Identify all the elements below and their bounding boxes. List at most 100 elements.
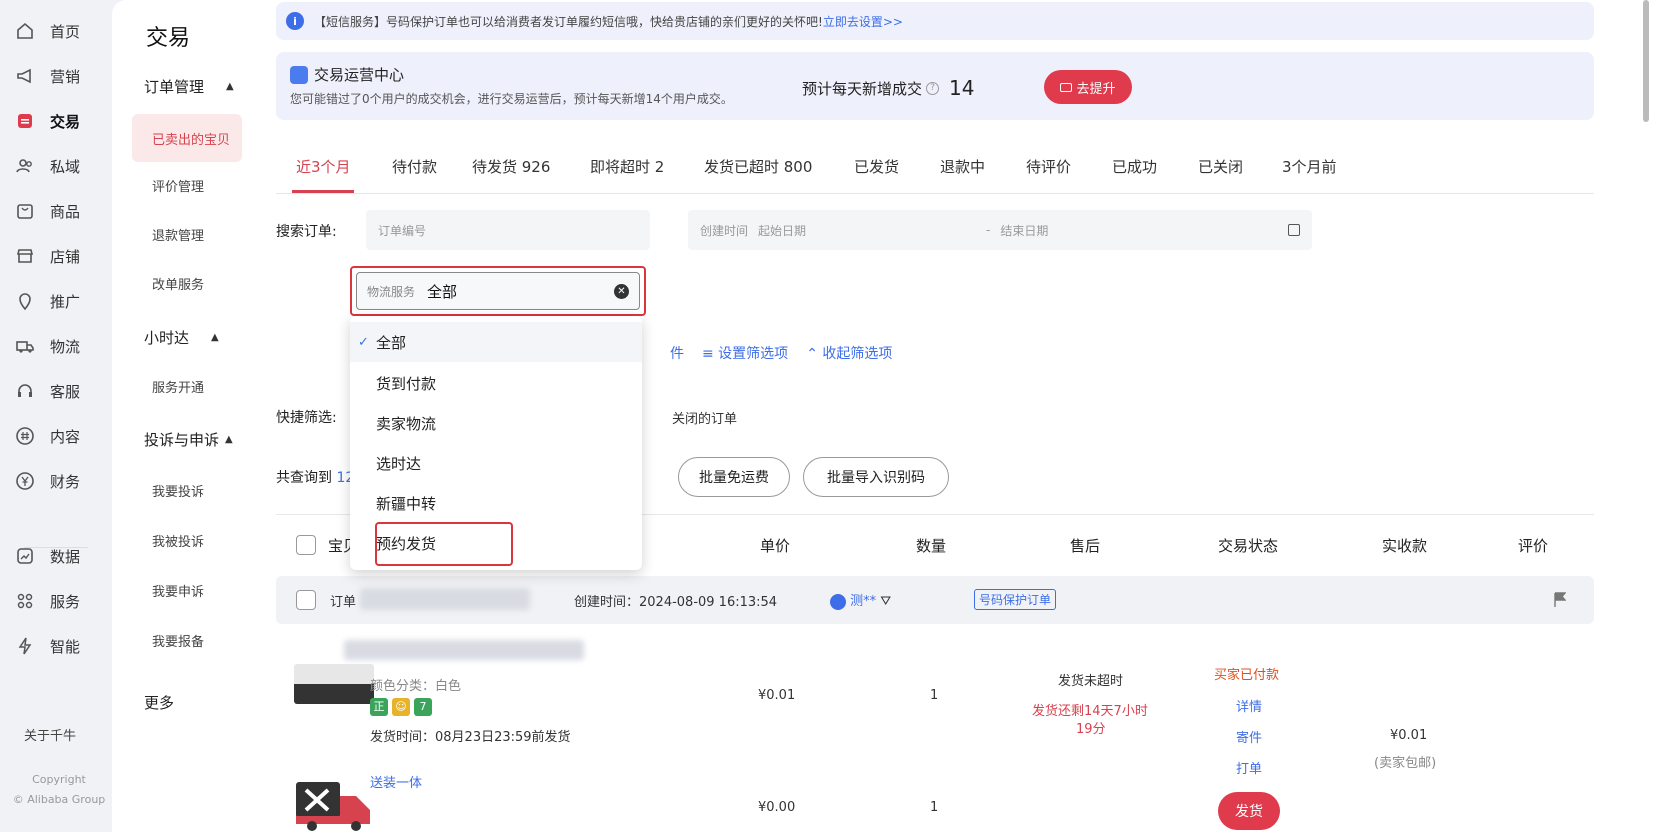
tab-pending-review[interactable]: 待评价: [1026, 156, 1071, 177]
menu-item-refund[interactable]: 退款管理: [152, 225, 204, 244]
tab-pending-payment[interactable]: 待付款: [392, 156, 437, 177]
date-range-input[interactable]: 创建时间 起始日期 - 结束日期: [688, 210, 1312, 250]
col-paid: 实收款: [1382, 537, 1428, 555]
dropdown-option-timed[interactable]: 选时达: [350, 443, 642, 483]
nav-item-shop[interactable]: 店铺: [14, 241, 80, 271]
home-icon: [14, 20, 36, 42]
logistics-select-highlight: 物流服务 全部 ✕: [350, 266, 646, 316]
truck-icon: [14, 335, 36, 357]
end-date-placeholder[interactable]: 结束日期: [1000, 222, 1048, 239]
dropdown-option-xinjiang[interactable]: 新疆中转: [350, 483, 642, 523]
tab-closed[interactable]: 已关闭: [1198, 156, 1243, 177]
quick-filter-label: 快捷筛选:: [276, 410, 337, 426]
chart-icon: [14, 545, 36, 567]
shop-icon: [14, 245, 36, 267]
trade-icon: [14, 110, 36, 132]
tab-shipped[interactable]: 已发货: [854, 156, 899, 177]
item-thumbnail[interactable]: [294, 664, 374, 704]
order-number-input[interactable]: 订单编号: [366, 210, 650, 250]
menu-item-report[interactable]: 我要报备: [152, 631, 204, 650]
menu-group-label: 投诉与申诉: [144, 431, 220, 449]
order-checkbox[interactable]: [296, 590, 316, 610]
set-filter-link[interactable]: ≡ 设置筛选项: [702, 343, 788, 363]
nav-item-promotion[interactable]: 推广: [14, 286, 80, 316]
nav-item-service[interactable]: 客服: [14, 376, 80, 406]
tv-icon: [1060, 82, 1073, 92]
nav-item-label: 服务: [50, 592, 81, 611]
nav-item-goods[interactable]: 商品: [14, 196, 80, 226]
print-link[interactable]: 打单: [1236, 758, 1262, 777]
clear-icon[interactable]: ✕: [614, 284, 629, 299]
menu-title: 交易: [146, 26, 191, 51]
item2-name[interactable]: 送装一体: [370, 772, 422, 791]
col-aftersale: 售后: [1070, 537, 1101, 555]
tab-about-to-timeout[interactable]: 即将超时 2: [590, 156, 664, 177]
menu-item-appeal[interactable]: 我要申诉: [152, 581, 204, 600]
menu-item-activate[interactable]: 服务开通: [152, 377, 204, 396]
chevron-up-icon: ▲: [225, 434, 233, 445]
start-date-placeholder[interactable]: 起始日期: [758, 222, 806, 239]
menu-group-hourly[interactable]: 小时达 ▲: [144, 327, 244, 348]
dropdown-option-all[interactable]: ✓ 全部: [350, 322, 642, 362]
scroll-thumb[interactable]: [1643, 0, 1649, 122]
sms-notice: i 【短信服务】号码保护订单也可以给消费者发订单履约短信哦，快给贵店铺的亲们更好…: [276, 2, 1594, 40]
col-status: 交易状态: [1218, 537, 1279, 555]
filter-icon[interactable]: ⛛: [880, 594, 891, 609]
scrollbar[interactable]: [1637, 0, 1655, 832]
batch-free-shipping-button[interactable]: 批量免运费: [678, 457, 790, 497]
active-tab-indicator: [292, 190, 354, 193]
buyer-info[interactable]: 测** ⛛: [830, 590, 891, 610]
tab-pending-shipment[interactable]: 待发货 926: [472, 156, 550, 177]
tab-shipment-overdue[interactable]: 发货已超时 800: [704, 156, 812, 177]
improve-button[interactable]: 去提升: [1044, 70, 1132, 104]
install-truck-icon[interactable]: [294, 776, 374, 832]
check-icon: ✓: [358, 334, 369, 350]
batch-import-code-button[interactable]: 批量导入识别码: [803, 457, 949, 497]
select-all-checkbox[interactable]: [296, 535, 316, 555]
menu-item-review[interactable]: 评价管理: [152, 176, 204, 195]
menu-item-sold[interactable]: 已卖出的宝贝: [132, 114, 242, 162]
dropdown-option-cod[interactable]: 货到付款: [350, 363, 642, 403]
menu-item-modify[interactable]: 改单服务: [152, 274, 204, 293]
tab-recent-3-months[interactable]: 近3个月: [296, 156, 351, 177]
ship-button[interactable]: 发货: [1218, 792, 1280, 830]
send-link[interactable]: 寄件: [1236, 727, 1262, 746]
calendar-icon[interactable]: [1288, 224, 1300, 236]
collapse-filter-link[interactable]: ⌃ 收起筛选项: [806, 343, 892, 363]
menu-more[interactable]: 更多: [144, 692, 244, 713]
filter-link-partial[interactable]: 件: [670, 343, 684, 363]
quick-filter-closed[interactable]: 关闭的订单: [672, 408, 737, 427]
nav-item-trade[interactable]: 交易: [14, 106, 80, 136]
nav-item-logistics[interactable]: 物流: [14, 331, 80, 361]
nav-item-label: 物流: [50, 337, 81, 356]
filter-links: 件 ≡ 设置筛选项 ⌃ 收起筛选项: [670, 343, 892, 363]
nav-item-content[interactable]: 内容: [14, 421, 80, 451]
nav-item-marketing[interactable]: 营销: [14, 61, 80, 91]
aftersale-countdown: 发货还剩14天7小时: [1032, 704, 1148, 719]
flag-icon[interactable]: [1554, 592, 1566, 608]
nav-item-data[interactable]: 数据: [14, 541, 80, 571]
headset-icon: [14, 380, 36, 402]
tab-success[interactable]: 已成功: [1112, 156, 1157, 177]
ops-subtitle: 您可能错过了0个用户的成交机会，进行交易运营后，预计每天新增14个用户成交。: [290, 92, 733, 106]
question-icon[interactable]: ?: [926, 81, 940, 95]
order-tabs: 近3个月 待付款 待发货 926 即将超时 2 发货已超时 800 已发货 退款…: [276, 146, 1594, 194]
detail-link[interactable]: 详情: [1236, 696, 1262, 715]
tab-older[interactable]: 3个月前: [1282, 156, 1337, 177]
nav-item-home[interactable]: 首页: [14, 16, 80, 46]
nav-item-finance[interactable]: 财务: [14, 466, 80, 496]
nav-item-services[interactable]: 服务: [14, 586, 80, 616]
nav-item-smart[interactable]: 智能: [14, 631, 80, 661]
menu-item-complained[interactable]: 我被投诉: [152, 531, 204, 550]
menu-item-complain[interactable]: 我要投诉: [152, 481, 204, 500]
menu-group-order[interactable]: 订单管理 ▲: [144, 76, 244, 97]
dropdown-option-seller-logistics[interactable]: 卖家物流: [350, 403, 642, 443]
about-link[interactable]: 关于千牛: [24, 725, 76, 744]
trade-status: 买家已付款: [1214, 668, 1280, 683]
logistics-select[interactable]: 物流服务 全部 ✕: [356, 272, 640, 310]
notice-link[interactable]: 立即去设置>>: [823, 15, 903, 29]
menu-group-complaint[interactable]: 投诉与申诉 ▲: [144, 429, 254, 450]
nav-item-private[interactable]: 私域: [14, 151, 80, 181]
tab-refunding[interactable]: 退款中: [940, 156, 985, 177]
item-price: ¥0.01: [758, 688, 796, 703]
